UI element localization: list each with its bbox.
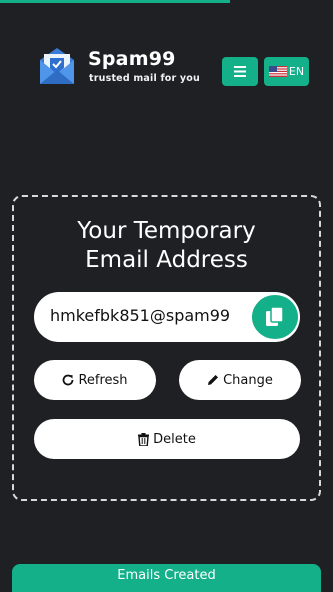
trash-icon [138, 432, 150, 446]
header: Spam99 trusted mail for you EN [0, 44, 333, 90]
language-code: EN [288, 65, 305, 78]
language-selector-button[interactable]: EN [264, 57, 309, 86]
email-address-text[interactable]: hmkefbk851@spam99 [50, 306, 250, 325]
us-flag-icon [268, 66, 287, 77]
menu-button[interactable] [222, 57, 258, 86]
copy-icon [266, 307, 284, 326]
temporary-email-card: Your Temporary Email Address hmkefbk851@… [12, 195, 321, 501]
refresh-button[interactable]: Refresh [34, 360, 156, 400]
brand-name: Spam99 [88, 48, 176, 70]
brand-tagline: trusted mail for you [89, 73, 201, 84]
delete-button[interactable]: Delete [34, 419, 300, 459]
delete-label: Delete [153, 431, 196, 447]
emails-created-stats: Emails Created [12, 564, 321, 592]
emails-created-label: Emails Created [117, 568, 216, 583]
copy-email-button[interactable] [252, 295, 298, 339]
page-load-progress-bar [0, 0, 230, 3]
refresh-icon [63, 374, 74, 386]
card-title: Your Temporary Email Address [77, 218, 256, 273]
change-label: Change [223, 372, 273, 388]
logo-mail-shield-icon[interactable] [34, 44, 80, 88]
pencil-icon [208, 375, 219, 385]
email-address-field[interactable]: hmkefbk851@spam99 [34, 292, 300, 342]
page: Spam99 trusted mail for you EN Your Temp… [0, 0, 333, 592]
change-button[interactable]: Change [179, 360, 301, 400]
hamburger-icon [234, 66, 246, 77]
refresh-label: Refresh [78, 372, 128, 388]
